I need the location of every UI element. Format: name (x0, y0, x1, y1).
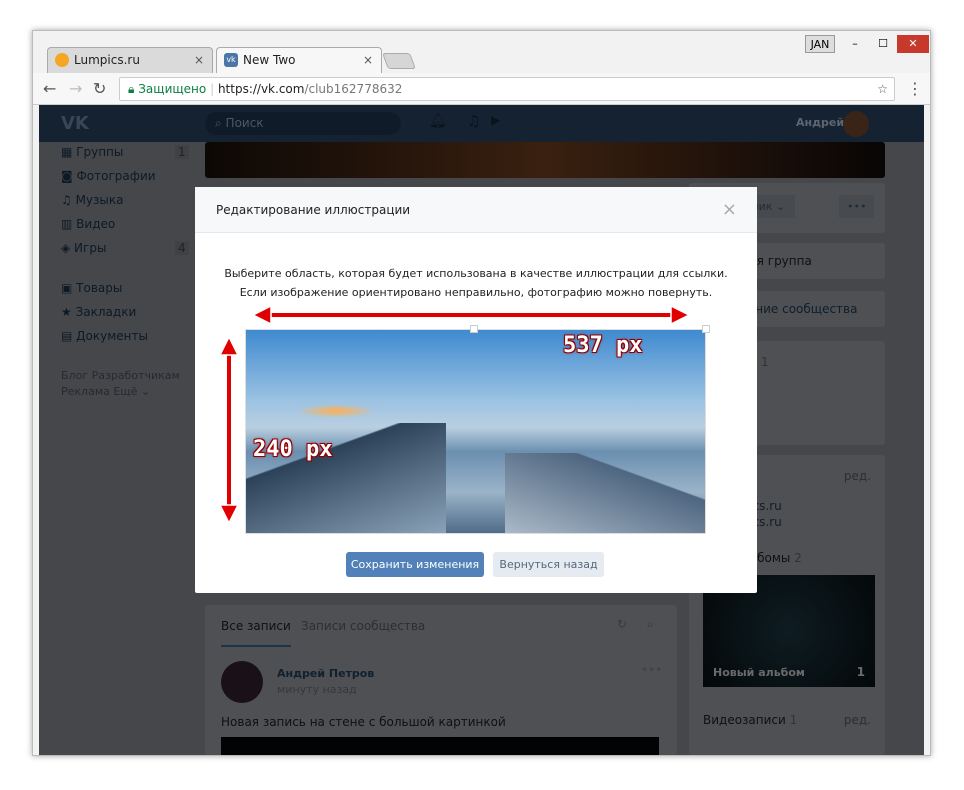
tab-lumpics[interactable]: Lumpics.ru × (47, 47, 213, 73)
lumpics-favicon-icon (55, 53, 69, 67)
address-bar[interactable]: 🔒︎ Защищено | https://vk.com/club1627786… (119, 77, 895, 101)
user-badge[interactable]: JAN (805, 35, 835, 53)
post-author[interactable]: Андрей Петров (277, 667, 374, 680)
music-icon[interactable]: ♫ (467, 112, 480, 130)
close-tab-icon[interactable]: × (363, 48, 373, 72)
close-tab-icon[interactable]: × (194, 48, 204, 72)
refresh-icon[interactable]: ↻ (617, 617, 627, 631)
close-window-button[interactable]: ✕ (897, 35, 929, 53)
footer-link-blog[interactable]: Блог (61, 369, 88, 382)
vk-logo[interactable]: VK (61, 113, 89, 134)
sidebar-item-video[interactable]: ▥ Видео (61, 217, 115, 231)
forward-icon[interactable]: → (69, 79, 82, 98)
url-host: https://vk.com (217, 82, 305, 96)
secure-label: Защищено (138, 82, 207, 96)
vk-header: VK ⌕ Поиск 🔔︎ ♫ ▶ Андрей (39, 105, 924, 142)
footer-link-more[interactable]: Ещё ⌄ (113, 385, 150, 398)
sidebar-item-documents[interactable]: ▤ Документы (61, 329, 148, 343)
search-input[interactable]: ⌕ Поиск (205, 112, 401, 135)
sidebar-item-groups[interactable]: ▦ Группы 1 (61, 145, 189, 159)
reload-icon[interactable]: ↻ (93, 79, 106, 98)
tab-community-posts[interactable]: Записи сообщества (301, 619, 425, 633)
post-time[interactable]: минуту назад (277, 683, 357, 696)
videos-heading[interactable]: Видеозаписи 1 (703, 713, 797, 727)
sidebar-item-music[interactable]: ♫ Музыка (61, 193, 124, 207)
back-button[interactable]: Вернуться назад (493, 552, 604, 577)
back-icon[interactable]: ← (43, 79, 56, 98)
new-tab-button[interactable] (382, 53, 416, 69)
maximize-button[interactable]: ☐ (869, 35, 897, 53)
author-avatar[interactable] (221, 661, 263, 703)
menu-icon[interactable]: ⋮ (907, 79, 923, 98)
post-text: Новая запись на стене с большой картинко… (221, 715, 506, 729)
minimize-button[interactable]: – (841, 35, 869, 53)
album-name: Новый альбом (713, 666, 805, 679)
tab-label: Lumpics.ru (74, 53, 140, 67)
edit-link[interactable]: ред. (844, 469, 871, 483)
height-label: 240 px (253, 437, 333, 462)
avatar[interactable] (843, 111, 869, 137)
lock-icon: 🔒︎ (128, 82, 135, 96)
user-name[interactable]: Андрей (796, 116, 844, 129)
edit-illustration-modal: Редактирование иллюстрации × Выберите об… (195, 187, 757, 593)
post-menu-icon[interactable]: ••• (641, 663, 662, 677)
dimension-arrows (218, 304, 691, 525)
browser-window: JAN – ☐ ✕ Lumpics.ru × vk New Two × ← → … (32, 30, 931, 756)
url-path: /club162778632 (304, 82, 403, 96)
sidebar-item-goods[interactable]: ▣ Товары (61, 281, 122, 295)
tab-label: New Two (243, 53, 296, 67)
footer-link-ads[interactable]: Реклама (61, 385, 110, 398)
search-icon[interactable]: ⌕ (647, 617, 654, 632)
save-button[interactable]: Сохранить изменения (346, 552, 484, 577)
album-count: 1 (856, 665, 865, 679)
footer-link-developers[interactable]: Разработчикам (92, 369, 180, 382)
sidebar-item-games[interactable]: ◈ Игры 4 (61, 241, 189, 255)
tab-all-posts[interactable]: Все записи (221, 619, 291, 647)
videos-edit-link[interactable]: ред. (844, 713, 871, 727)
tab-new-two[interactable]: vk New Two × (216, 47, 382, 73)
toolbar: ← → ↻ 🔒︎ Защищено | https://vk.com/club1… (33, 73, 930, 105)
more-button[interactable]: ••• (839, 195, 875, 218)
bookmark-star-icon[interactable]: ☆ (877, 78, 888, 100)
width-label: 537 px (563, 333, 643, 358)
wall: Все записи Записи сообщества ↻ ⌕ Андрей … (205, 605, 677, 755)
post-image[interactable] (221, 737, 659, 755)
sidebar-item-photos[interactable]: ◙ Фотографии (61, 169, 156, 183)
bell-icon[interactable]: 🔔︎ (429, 113, 447, 129)
vk-page: VK ⌕ Поиск 🔔︎ ♫ ▶ Андрей ▦ Группы 1 ◙ Фот… (39, 105, 924, 755)
play-icon[interactable]: ▶ (491, 113, 500, 127)
group-cover (205, 142, 885, 178)
sidebar-item-bookmarks[interactable]: ★ Закладки (61, 305, 136, 319)
vk-favicon-icon: vk (224, 53, 238, 67)
